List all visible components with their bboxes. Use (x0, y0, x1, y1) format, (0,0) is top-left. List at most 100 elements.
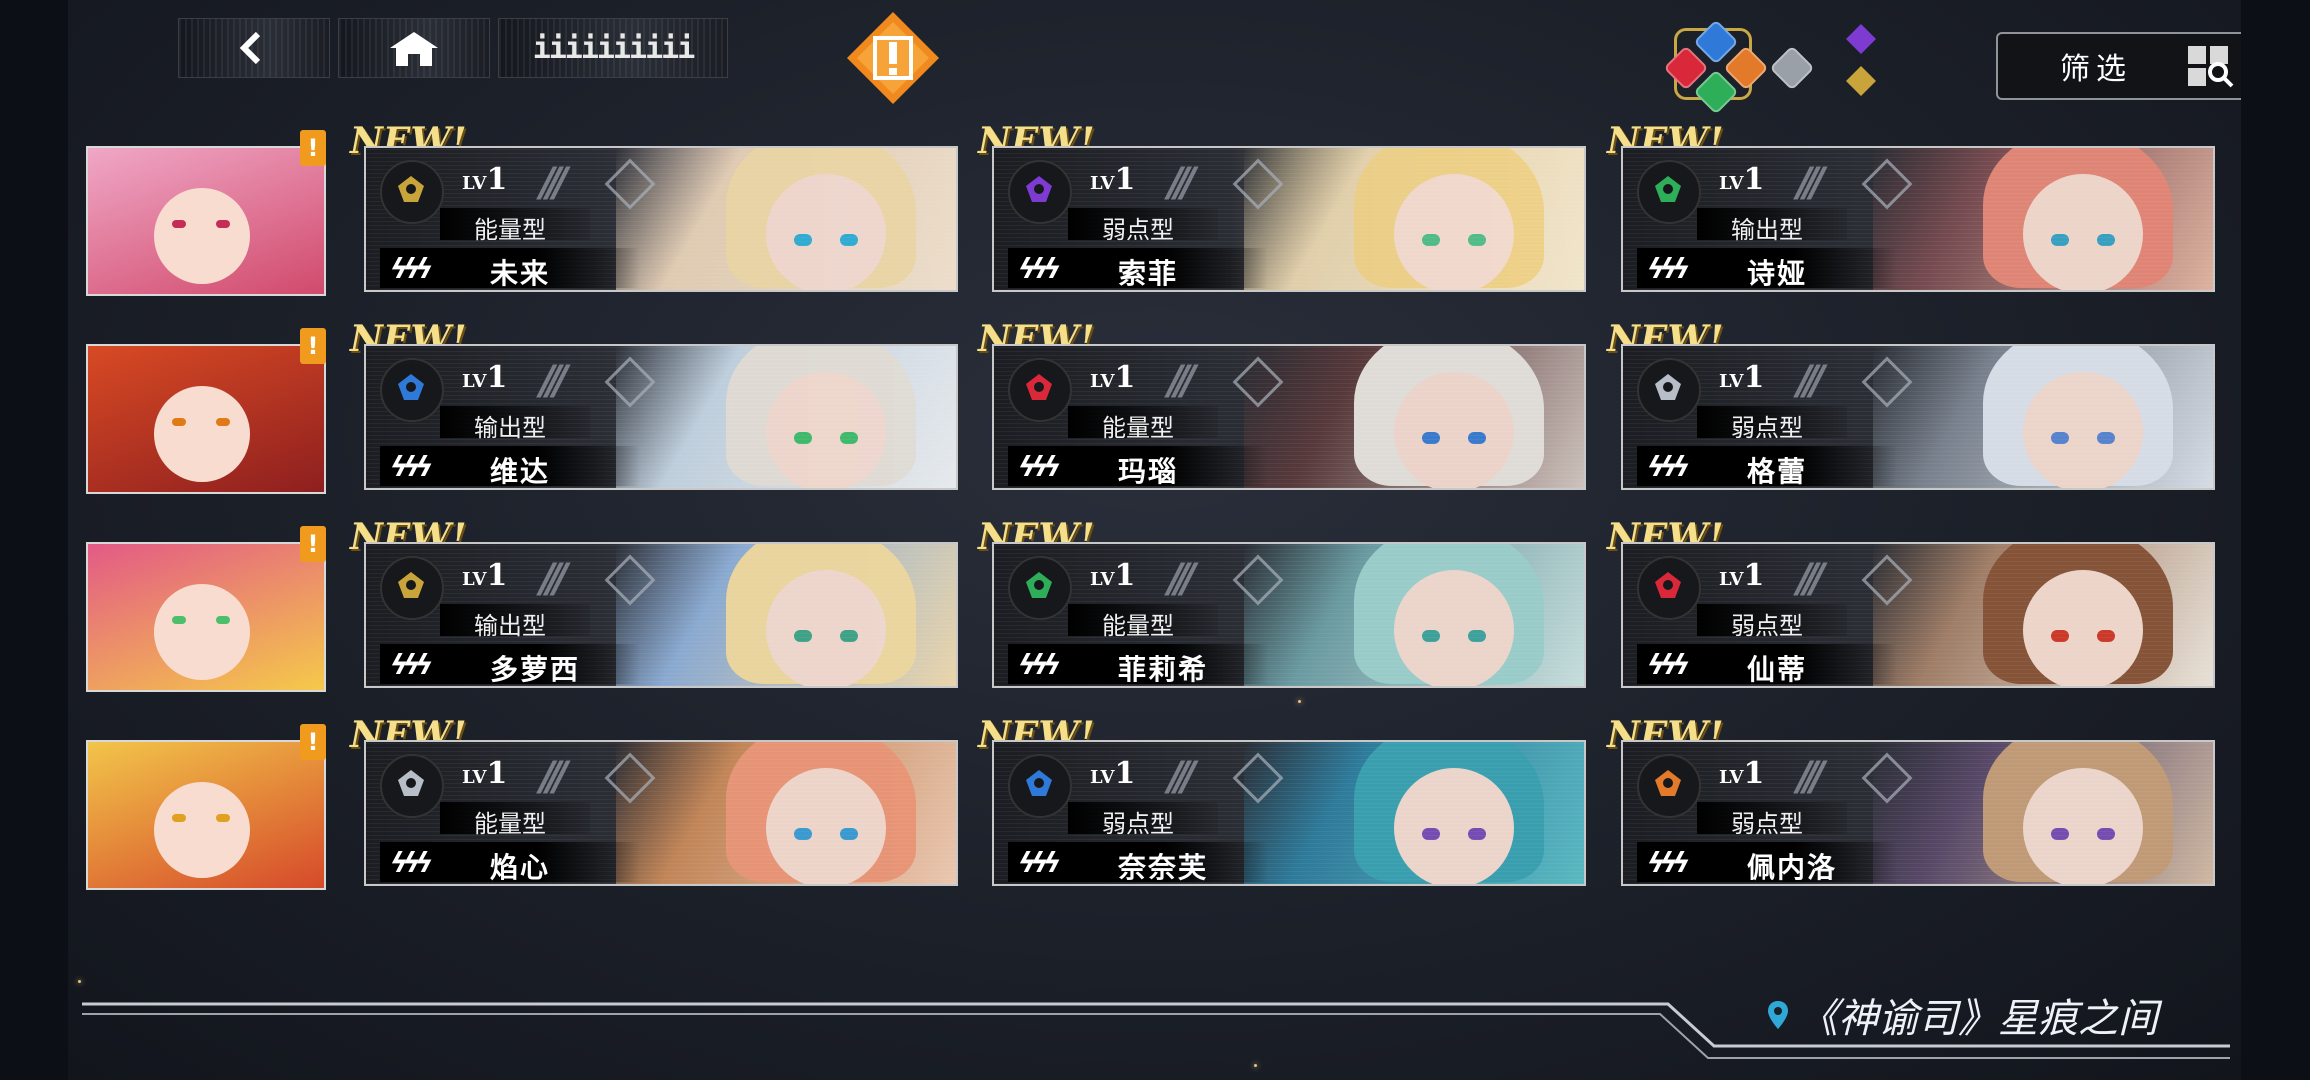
rank-stripes-icon: /// (1797, 358, 1825, 404)
alert-button[interactable] (845, 10, 939, 104)
character-card[interactable]: LV1 /// 弱点型 ϟϟϟ 佩内洛普 (1621, 740, 2215, 886)
character-name: 仙蒂 (1747, 653, 1808, 686)
character-card[interactable]: LV1 /// 能量型 ϟϟϟ 菲莉希亚 (992, 542, 1586, 688)
level-label: LV1 (1090, 162, 1135, 197)
level-value: 1 (1743, 756, 1765, 791)
location-pin-icon (1768, 1001, 1788, 1029)
level-value: 1 (486, 558, 508, 593)
level-label: LV1 (1090, 558, 1135, 593)
filter-label: 筛选 (2060, 52, 2132, 87)
silver-element-icon (1637, 358, 1701, 422)
level-prefix: LV (1090, 173, 1115, 194)
rank-stripes-icon: /// (1797, 556, 1825, 602)
lightning-rank-icon: ϟϟϟ (1018, 252, 1061, 285)
portrait-eye (172, 616, 186, 624)
level-value: 1 (1114, 558, 1136, 593)
gold-element-icon (380, 160, 444, 224)
level-label: LV1 (1719, 756, 1764, 791)
character-portrait[interactable] (86, 740, 326, 890)
lightning-rank-icon: ϟϟϟ (1647, 846, 1690, 879)
lightning-rank-icon: ϟϟϟ (1018, 846, 1061, 879)
character-card[interactable]: LV1 /// 输出型 ϟϟϟ 诗娅 (1621, 146, 2215, 292)
level-prefix: LV (1719, 569, 1744, 590)
filter-button[interactable]: 筛选 (1996, 32, 2241, 100)
character-type: 弱点型 (1731, 414, 1803, 442)
star-particle (1298, 700, 1301, 703)
green-element-icon (1008, 556, 1072, 620)
level-label: LV1 (462, 558, 507, 593)
character-card[interactable]: LV1 /// 弱点型 ϟϟϟ 奈奈芙 (992, 740, 1586, 886)
level-value: 1 (1114, 162, 1136, 197)
character-card[interactable]: LV1 /// 输出型 ϟϟϟ 多萝西 (364, 542, 958, 688)
home-button[interactable] (338, 18, 490, 78)
character-name: 维达 (490, 455, 551, 488)
character-card[interactable]: LV1 /// 能量型 ϟϟϟ 焰心 (364, 740, 958, 886)
character-portrait[interactable] (86, 542, 326, 692)
character-type: 弱点型 (1102, 216, 1174, 244)
tab-switch-button[interactable]: iiiiiiiiii (498, 18, 728, 78)
new-alert-badge: ! (300, 724, 326, 760)
character-name: 菲莉希亚 (1118, 653, 1209, 686)
character-card[interactable]: LV1 /// 能量型 ϟϟϟ 未来 (364, 146, 958, 292)
portrait-eye (216, 220, 230, 228)
gold-element-icon (380, 556, 444, 620)
level-label: LV1 (462, 360, 507, 395)
rank-stripes-icon: /// (540, 358, 568, 404)
character-card[interactable]: LV1 /// 能量型 ϟϟϟ 玛瑙 (992, 344, 1586, 490)
new-alert-badge: ! (300, 526, 326, 562)
level-prefix: LV (1090, 371, 1115, 392)
character-portrait[interactable] (86, 146, 326, 296)
portrait-face (154, 386, 250, 482)
character-row: ! NEW! LV1 /// 输出型 (68, 516, 2241, 692)
level-value: 1 (486, 360, 508, 395)
card-info: LV1 /// 输出型 ϟϟϟ 诗娅 (1637, 158, 1913, 290)
element-emblem-icon (398, 572, 424, 598)
card-info: LV1 /// 输出型 ϟϟϟ 维达 (380, 356, 656, 488)
character-name: 多萝西 (490, 653, 581, 686)
silver-element-icon[interactable] (1769, 45, 1815, 91)
character-card[interactable]: LV1 /// 弱点型 ϟϟϟ 格蕾 (1621, 344, 2215, 490)
character-card[interactable]: LV1 /// 弱点型 ϟϟϟ 索菲 (992, 146, 1586, 292)
filter-search-icon (2188, 46, 2234, 88)
element-emblem-icon (1655, 176, 1681, 202)
level-value: 1 (1114, 756, 1136, 791)
level-value: 1 (1743, 360, 1765, 395)
star-particle (78, 980, 81, 983)
level-label: LV1 (1090, 360, 1135, 395)
character-name: 未来 (490, 257, 551, 290)
silver-element-icon (380, 754, 444, 818)
element-emblem-icon (1026, 572, 1052, 598)
character-card[interactable]: LV1 /// 输出型 ϟϟϟ 维达 (364, 344, 958, 490)
lightning-rank-icon: ϟϟϟ (1647, 648, 1690, 681)
character-row: ! NEW! LV1 /// 能量型 (68, 120, 2241, 296)
location-label: 《神谕司》星痕之间 (1768, 986, 2158, 1044)
character-card[interactable]: LV1 /// 弱点型 ϟϟϟ 仙蒂 (1621, 542, 2215, 688)
level-label: LV1 (1719, 558, 1764, 593)
element-emblem-icon (1655, 572, 1681, 598)
rank-stripes-icon: /// (1168, 754, 1196, 800)
character-type: 能量型 (1102, 612, 1174, 640)
level-prefix: LV (462, 569, 487, 590)
level-value: 1 (1114, 360, 1136, 395)
new-alert-badge: ! (300, 328, 326, 364)
element-filter-group[interactable] (1658, 19, 1828, 115)
back-button[interactable] (178, 18, 330, 78)
rank-stripes-icon: /// (1168, 556, 1196, 602)
game-screen: iiiiiiiiii 筛选 ! NEW! LV1 /// 能量型 ϟϟϟ 未来 … (68, 0, 2241, 1080)
character-name: 玛瑙 (1118, 455, 1179, 488)
rank-stripes-icon: /// (540, 754, 568, 800)
character-type: 输出型 (474, 612, 546, 640)
purple-element-icon[interactable] (1846, 24, 1876, 54)
rank-stripes-icon: /// (1168, 160, 1196, 206)
element-emblem-icon (398, 176, 424, 202)
orange-element-icon (1637, 754, 1701, 818)
element-emblem-icon (398, 374, 424, 400)
gold-element-icon[interactable] (1846, 66, 1876, 96)
green-element-icon (1637, 160, 1701, 224)
character-name: 焰心 (490, 851, 551, 884)
character-row: ! NEW! LV1 /// 输出型 (68, 318, 2241, 494)
element-emblem-icon (1655, 374, 1681, 400)
character-portrait[interactable] (86, 344, 326, 494)
portrait-eye (216, 814, 230, 822)
level-value: 1 (486, 756, 508, 791)
